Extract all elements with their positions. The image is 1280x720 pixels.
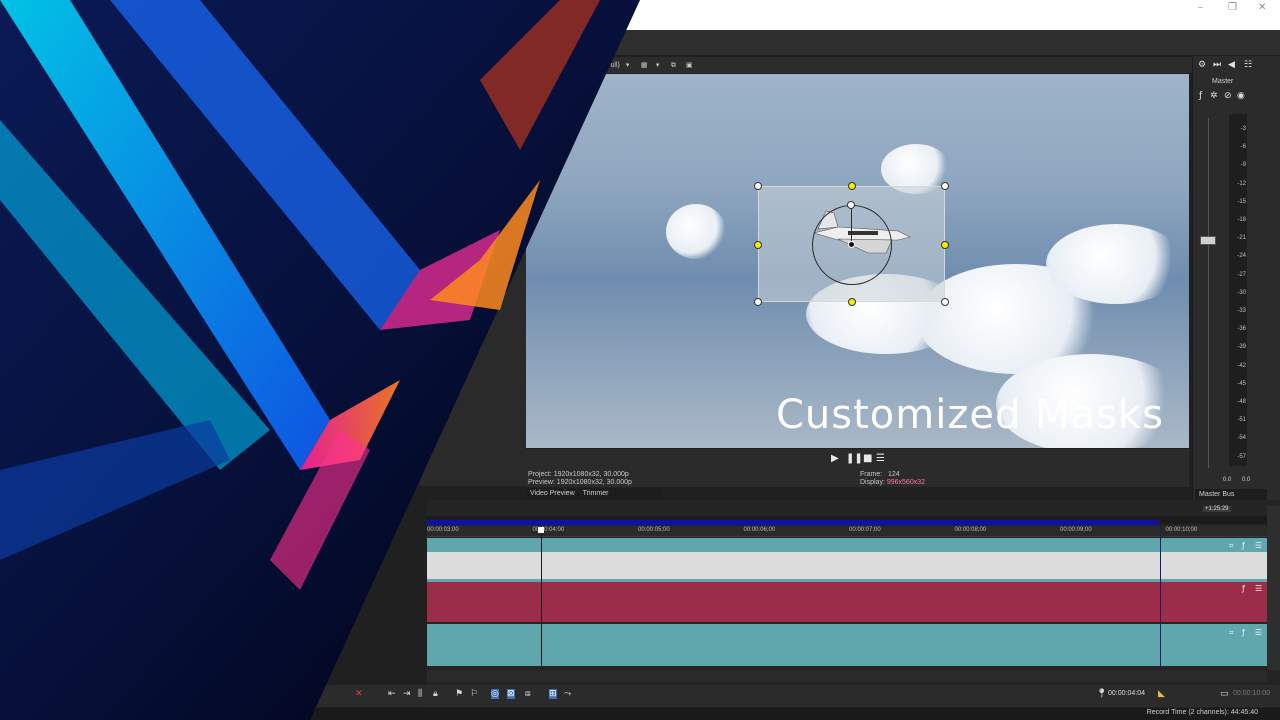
ruler-tick-label: 00:00:07;00 xyxy=(849,527,881,533)
db-scale-label: -15 xyxy=(1237,198,1246,205)
menu-icon[interactable]: ☰ xyxy=(876,453,885,464)
db-scale-label: -12 xyxy=(1237,180,1246,187)
mask-handle-bottom-right[interactable] xyxy=(941,298,949,306)
db-scale-label: -27 xyxy=(1237,271,1246,278)
ruler-tick-label: 00:00:09;00 xyxy=(1060,527,1092,533)
ruler-tick-label: 00:00:08;00 xyxy=(954,527,987,533)
db-scale-label: -24 xyxy=(1237,253,1246,260)
mask-handle-bottom[interactable] xyxy=(848,298,856,306)
db-scale-label: -48 xyxy=(1237,399,1246,405)
db-scale-label: -54 xyxy=(1237,435,1246,442)
db-scale-label: -51 xyxy=(1237,417,1246,424)
timeline-vertical-scrollbar[interactable] xyxy=(1267,506,1280,670)
db-scale-label: -21 xyxy=(1237,235,1246,242)
overlay-caption: Customized Masks xyxy=(776,392,1164,438)
mask-handle-top[interactable] xyxy=(848,182,856,190)
menu-icon[interactable]: ☰ xyxy=(1255,541,1262,550)
playhead-icon: 📍︎ xyxy=(1096,689,1108,699)
left-level: 0.0 xyxy=(1223,477,1232,483)
selection-icon: ▭ xyxy=(1220,689,1229,699)
record-time-status: Record Time (2 channels): 44:45:40 xyxy=(1146,709,1258,716)
db-scale-label: -33 xyxy=(1237,308,1246,314)
db-scale-label: -6 xyxy=(1240,144,1246,151)
tab-master-bus[interactable]: Master Bus xyxy=(1195,489,1267,500)
ruler-tick-label: 00:00:05;00 xyxy=(638,527,670,533)
mask-handle-top-left[interactable] xyxy=(754,182,762,190)
loop-marker-icon: ◣ xyxy=(1158,689,1165,699)
db-scale-label: -30 xyxy=(1237,289,1246,296)
db-scale-label: -39 xyxy=(1237,344,1246,351)
solo-icon[interactable]: ◉ xyxy=(1237,91,1245,101)
mask-rotation-handle[interactable] xyxy=(847,201,855,209)
db-scale-label: -3 xyxy=(1240,126,1246,132)
end-time: 00:00:10:00 xyxy=(1233,690,1270,697)
save-snapshot-icon[interactable]: ▣ xyxy=(686,61,695,70)
restore-icon[interactable]: ❐ xyxy=(1228,2,1237,13)
ruler-tick-label: 00:00:10;00 xyxy=(1165,527,1198,533)
next-icon[interactable]: ⏭ xyxy=(1213,60,1221,70)
crop-icon[interactable]: ⌗ xyxy=(1229,628,1234,638)
mask-rotation-line xyxy=(851,205,852,245)
ruler-tick-label: 00:00:06;00 xyxy=(743,527,776,533)
fx-icon[interactable]: ƒ xyxy=(1199,91,1202,101)
db-scale-label: -42 xyxy=(1237,362,1246,369)
master-fader[interactable] xyxy=(1200,236,1216,245)
grid-icon[interactable]: ▦ xyxy=(641,61,650,70)
mask-handle-left[interactable] xyxy=(754,241,762,249)
db-scale-label: -36 xyxy=(1237,326,1246,333)
mask-handle-top-right[interactable] xyxy=(941,182,949,190)
pause-icon[interactable]: ❚❚ xyxy=(846,453,863,464)
play-icon[interactable]: ▶ xyxy=(831,453,839,464)
settings-icon[interactable]: ⚙ xyxy=(1198,60,1206,70)
fader-track xyxy=(1208,118,1209,468)
db-scale-label: -9 xyxy=(1240,162,1246,169)
cursor-time: 00:00:04:04 xyxy=(1108,690,1145,697)
stop-icon[interactable]: ■ xyxy=(863,453,872,464)
db-scale-label: -45 xyxy=(1237,380,1246,387)
loop-end-marker xyxy=(1160,526,1161,666)
minimize-icon[interactable]: – xyxy=(1198,2,1203,13)
frame-info: Frame: 124 Display: 996x560x32 xyxy=(860,471,926,486)
mask-handle-right[interactable] xyxy=(941,241,949,249)
time-flag: +1:25:29 xyxy=(1203,506,1231,512)
db-scale-label: -18 xyxy=(1237,217,1246,223)
mute-icon[interactable]: ⊘ xyxy=(1224,91,1232,101)
copy-snapshot-icon[interactable]: ⧉ xyxy=(671,61,680,70)
chevron-down-icon[interactable]: ▾ xyxy=(656,61,665,70)
promo-artwork xyxy=(0,0,640,720)
master-label: Master xyxy=(1212,78,1234,85)
right-level: 0.0 xyxy=(1242,477,1251,483)
mask-anchor-point[interactable] xyxy=(848,241,855,248)
crop-icon[interactable]: ⌗ xyxy=(1229,541,1234,551)
speaker-icon[interactable]: ◀ xyxy=(1228,60,1235,70)
menu-icon[interactable]: ☰ xyxy=(1255,584,1262,593)
menu-icon[interactable]: ☰ xyxy=(1255,628,1262,637)
db-scale-label: -57 xyxy=(1237,453,1246,460)
mixer-icon[interactable]: ☷ xyxy=(1244,60,1252,70)
fx-icon[interactable]: ƒ xyxy=(1242,628,1245,637)
close-icon[interactable]: ✕ xyxy=(1258,2,1266,13)
mask-handle-bottom-left[interactable] xyxy=(754,298,762,306)
fx-icon[interactable]: ƒ xyxy=(1242,584,1245,593)
fx-icon[interactable]: ƒ xyxy=(1242,541,1245,550)
automation-icon[interactable]: ✲ xyxy=(1210,91,1218,101)
